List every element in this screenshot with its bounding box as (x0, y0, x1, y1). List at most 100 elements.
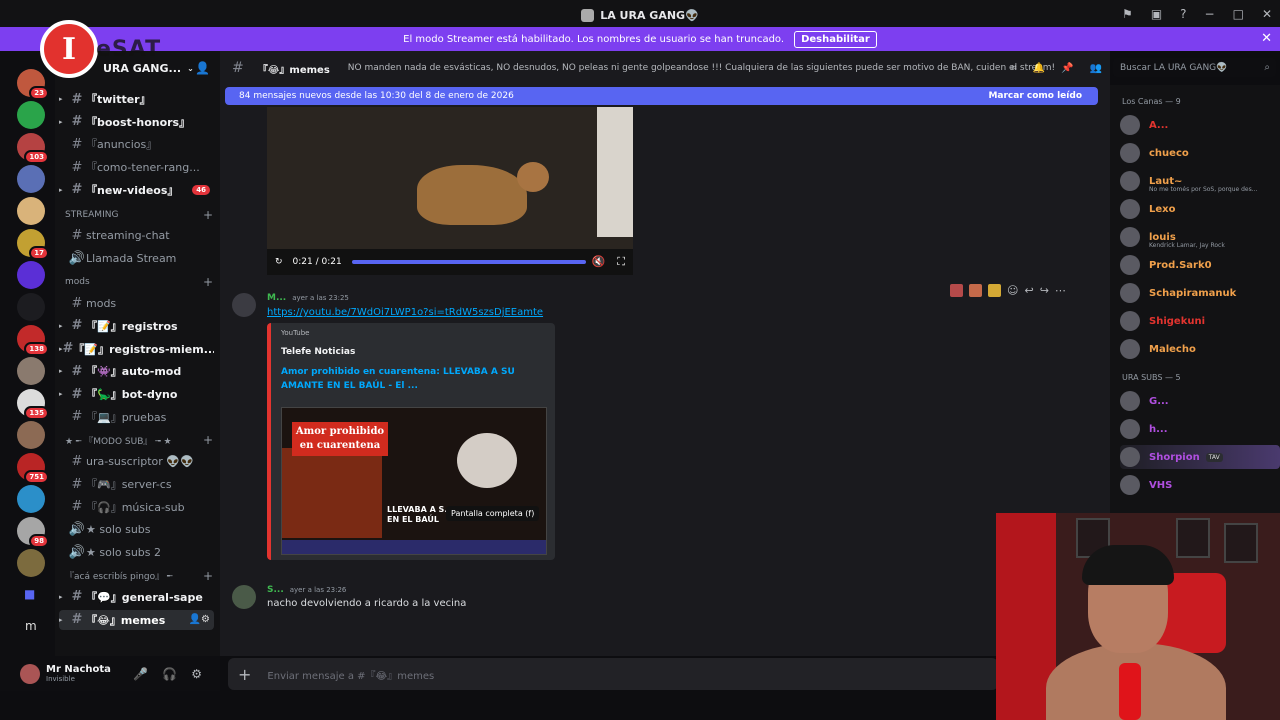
close-window-button[interactable]: ✕ (1262, 7, 1272, 21)
channel-item[interactable]: # ura-suscriptor 👽👽 (59, 451, 214, 471)
embed-author[interactable]: Telefe Noticias (281, 347, 355, 357)
add-member-icon[interactable]: 👤 (195, 61, 210, 75)
channel-item[interactable]: # 『🎧』música-sub (59, 497, 214, 517)
more-icon[interactable]: ⋯ (1055, 284, 1066, 297)
video-progress[interactable] (351, 260, 586, 264)
channel-category[interactable]: mods + (65, 275, 213, 289)
channel-item[interactable]: # streaming-chat (59, 226, 214, 246)
headphones-icon[interactable]: 🎧 (162, 667, 177, 681)
gear-icon[interactable]: ⚙ (191, 667, 202, 681)
member-item[interactable]: VHS (1120, 473, 1280, 497)
server-icon-6[interactable]: 17 (17, 229, 49, 260)
server-icon-11[interactable]: 135 (17, 389, 49, 420)
channel-item[interactable]: ▸ # 『📝』registros (59, 316, 214, 336)
server-icon-12[interactable] (17, 421, 45, 449)
bell-icon[interactable]: 🔔 (1033, 63, 1045, 74)
message-list[interactable]: 84 mensajes nuevos desde las 10:30 del 8… (220, 85, 1110, 656)
add-attachment-icon[interactable]: + (238, 665, 251, 684)
close-icon[interactable]: ✕ (1261, 31, 1272, 46)
replay-icon[interactable]: ↻ (275, 257, 283, 267)
message-input[interactable]: + Enviar mensaje a #『😂』memes (228, 658, 998, 690)
avatar[interactable] (20, 663, 40, 684)
member-item[interactable]: chueco (1120, 141, 1280, 165)
member-item[interactable]: louis Kendrick Lamar, Jay Rock (1120, 225, 1280, 249)
help-icon[interactable]: ? (1180, 7, 1186, 21)
members-icon[interactable]: 👥 (1090, 63, 1102, 74)
reaction-icon[interactable] (950, 283, 963, 297)
channel-item[interactable]: 🔊 Llamada Stream (59, 249, 214, 269)
member-item[interactable]: Shorpion TAV (1120, 445, 1280, 469)
folder-icon[interactable]: ■ (24, 587, 35, 601)
server-icon-15[interactable]: 98 (17, 517, 49, 548)
forward-icon[interactable]: ↪ (1040, 284, 1049, 297)
new-messages-bar[interactable]: 84 mensajes nuevos desde las 10:30 del 8… (225, 87, 1098, 105)
member-item[interactable]: A... (1120, 113, 1280, 137)
channel-item[interactable]: ▸ # 『twitter』 (59, 89, 214, 109)
server-icon-14[interactable] (17, 485, 45, 513)
fullscreen-icon[interactable]: ⛶ (617, 255, 625, 269)
add-channel-icon[interactable]: + (203, 275, 213, 289)
channel-item[interactable]: 🔊 ★ solo subs (59, 520, 214, 540)
server-icon-m[interactable]: m (25, 619, 37, 633)
channel-category[interactable]: STREAMING + (65, 208, 213, 222)
channel-item[interactable]: 🔊 ★ solo subs 2 (59, 542, 214, 562)
server-icon-16[interactable] (17, 549, 45, 577)
message-author[interactable]: S... ayer a las 23:26 (267, 585, 346, 595)
volume-icon[interactable]: 🔇 (592, 255, 606, 269)
channel-item[interactable]: # mods (59, 293, 214, 313)
mark-read-button[interactable]: Marcar como leído (988, 91, 1082, 101)
channel-item[interactable]: ▸ # 『🦕』bot-dyno (59, 384, 214, 404)
channel-item[interactable]: ▸ # 『new-videos』 46 (59, 180, 214, 200)
member-item[interactable]: Shigekuni (1120, 309, 1280, 333)
member-item[interactable]: Schapiramanuk (1120, 281, 1280, 305)
channel-item[interactable]: # 『🎮』server-cs (59, 474, 214, 494)
emoji-icon[interactable]: ☺ (1007, 284, 1018, 297)
member-item[interactable]: Malecho (1120, 337, 1280, 361)
maximize-button[interactable]: □ (1233, 7, 1244, 21)
channel-item[interactable]: ▸ # 『👾』auto-mod (59, 361, 214, 381)
add-channel-icon[interactable]: + (203, 208, 213, 222)
message-link[interactable]: https://youtu.be/7WdOi7LWP1o?si=tRdW5szs… (267, 307, 543, 318)
channel-item[interactable]: ▸ # 『📝』registros-miem... (59, 339, 214, 359)
channel-category[interactable]: ★ ╾ 『MODO SUB』 ╼ ★ + (65, 433, 213, 447)
channel-item[interactable]: # 『anuncios』 (59, 134, 214, 154)
reaction-icon[interactable] (988, 283, 1001, 297)
member-item[interactable]: h... (1120, 417, 1280, 441)
channel-item[interactable]: ▸ # 『boost-honors』 (59, 112, 214, 132)
channel-topic[interactable]: NO manden nada de esvásticas, NO desnudo… (348, 63, 1055, 73)
channel-item[interactable]: # 『💻』pruebas (59, 407, 214, 427)
channel-item[interactable]: ▸ # 『😂』memes 👤⚙ (59, 609, 214, 630)
microphone-icon[interactable]: 🎤 (133, 667, 148, 681)
threads-icon[interactable]: ⌗ (1011, 63, 1017, 74)
reply-icon[interactable]: ↩ (1024, 284, 1033, 297)
channel-item[interactable]: ▸ # 『💬』general-sape (59, 587, 214, 607)
add-channel-icon[interactable]: + (203, 569, 213, 583)
server-icon-1[interactable]: 23 (17, 69, 49, 100)
server-icon-8[interactable] (17, 293, 45, 321)
minimize-button[interactable]: − (1205, 7, 1215, 21)
server-icon-13[interactable]: 751 (17, 453, 49, 484)
channel-category[interactable]: 『acá escribís pingo』 ╾ + (65, 569, 213, 583)
server-icon-2[interactable] (17, 101, 45, 129)
inbox-icon[interactable]: ⚑ (1122, 7, 1133, 21)
server-icon-5[interactable] (17, 197, 45, 225)
search-input[interactable]: Buscar LA URA GANG👽 ⌕ (1113, 58, 1276, 77)
avatar[interactable] (232, 585, 256, 609)
server-icon-7[interactable] (17, 261, 45, 289)
add-channel-icon[interactable]: + (203, 433, 213, 447)
reaction-icon[interactable] (969, 283, 982, 297)
avatar[interactable] (232, 293, 256, 317)
disable-streamer-button[interactable]: Deshabilitar (794, 30, 877, 48)
embed-title[interactable]: Amor prohibido en cuarentena: LLEVABA A … (281, 365, 551, 393)
member-item[interactable]: Laut~ No me tomés por SoS, porque des... (1120, 169, 1280, 193)
video-player[interactable]: ↻ 0:21 / 0:21 🔇 ⛶ (267, 107, 633, 275)
member-item[interactable]: Lexo (1120, 197, 1280, 221)
screen-icon[interactable]: ▣ (1151, 7, 1162, 21)
channel-item[interactable]: # 『como-tener-rang... (59, 157, 214, 177)
channel-settings-icon[interactable]: 👤⚙ (189, 614, 210, 625)
member-item[interactable]: Prod.Sark0 (1120, 253, 1280, 277)
pin-icon[interactable]: 📌 (1061, 63, 1073, 74)
server-icon-3[interactable]: 103 (17, 133, 49, 164)
message-author[interactable]: M... ayer a las 23:25 (267, 293, 349, 303)
server-icon-4[interactable] (17, 165, 45, 193)
